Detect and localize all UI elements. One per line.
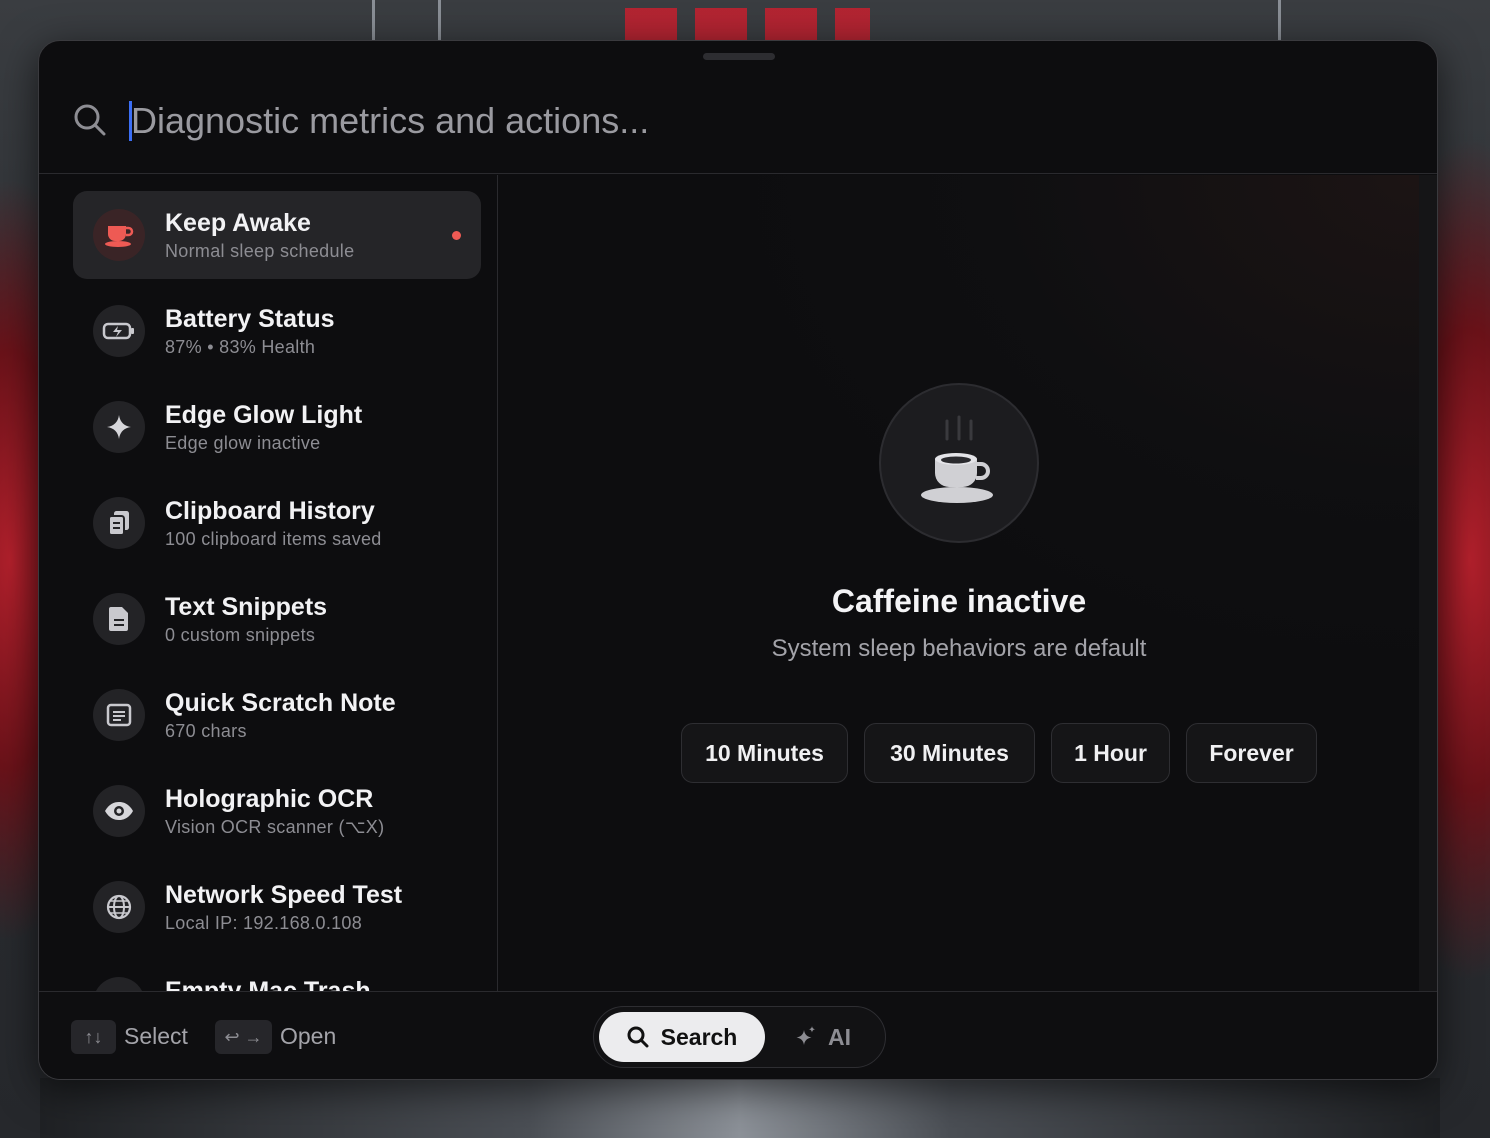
search-mode-button[interactable]: Search [599, 1012, 765, 1062]
scrollbar-track[interactable] [1419, 175, 1437, 991]
battery-icon [93, 305, 145, 357]
ai-mode-label: AI [828, 1023, 851, 1050]
sparkle-icon [93, 401, 145, 453]
detail-pane: Caffeine inactive System sleep behaviors… [499, 175, 1419, 991]
list-item-empty-mac-trash[interactable]: Empty Mac Trash [73, 959, 481, 991]
duration-30-minutes-button[interactable]: 30 Minutes [864, 723, 1035, 783]
arrow-keys-hint-icon: ↑↓ [71, 1020, 116, 1054]
item-title: Empty Mac Trash [165, 977, 371, 991]
ai-mode-button[interactable]: AI [794, 1012, 874, 1062]
duration-1-hour-button[interactable]: 1 Hour [1051, 723, 1170, 783]
coffee-cup-icon [93, 209, 145, 261]
note-icon [93, 689, 145, 741]
wallpaper-decoration [625, 8, 870, 42]
item-subtitle: Local IP: 192.168.0.108 [165, 913, 363, 933]
wallpaper-line [1278, 0, 1281, 40]
command-list: Keep Awake Normal sleep schedule Battery… [39, 175, 498, 991]
item-title: Network Speed Test [165, 881, 403, 909]
item-title: Keep Awake [165, 209, 311, 237]
item-title: Edge Glow Light [165, 401, 363, 429]
search-icon [73, 103, 107, 137]
item-title: Battery Status [165, 305, 335, 333]
trash-icon [93, 977, 145, 991]
select-hint-label: Select [124, 1023, 188, 1049]
item-subtitle: Normal sleep schedule [165, 241, 355, 261]
list-item-keep-awake[interactable]: Keep Awake Normal sleep schedule [73, 191, 481, 279]
wallpaper-line [372, 0, 375, 40]
detail-title: Caffeine inactive [831, 583, 1087, 619]
open-hint-label: Open [280, 1023, 337, 1049]
launcher-window: Keep Awake Normal sleep schedule Battery… [38, 40, 1438, 1080]
list-item-network-speed-test[interactable]: Network Speed Test Local IP: 192.168.0.1… [73, 863, 481, 951]
document-icon [93, 593, 145, 645]
duration-forever-button[interactable]: Forever [1186, 723, 1317, 783]
list-item-text-snippets[interactable]: Text Snippets 0 custom snippets [73, 575, 481, 663]
list-item-clipboard-history[interactable]: Clipboard History 100 clipboard items sa… [73, 479, 481, 567]
search-input[interactable] [131, 93, 1331, 149]
search-bar [39, 41, 1437, 174]
list-item-battery-status[interactable]: Battery Status 87% • 83% Health [73, 287, 481, 375]
globe-icon [93, 881, 145, 933]
search-mode-label: Search [660, 1023, 738, 1050]
sparkles-icon [796, 1026, 816, 1045]
list-item-edge-glow-light[interactable]: Edge Glow Light Edge glow inactive [73, 383, 481, 471]
item-title: Clipboard History [165, 497, 375, 525]
clipboard-icon [93, 497, 145, 549]
wallpaper-line [438, 0, 441, 40]
wallpaper-bottom [40, 1078, 1440, 1138]
list-item-holographic-ocr[interactable]: Holographic OCR Vision OCR scanner (⌥X) [73, 767, 481, 855]
item-subtitle: 0 custom snippets [165, 625, 316, 645]
eye-icon [93, 785, 145, 837]
active-indicator-dot [452, 231, 461, 240]
coffee-cup-icon [879, 383, 1039, 543]
list-item-quick-scratch-note[interactable]: Quick Scratch Note 670 chars [73, 671, 481, 759]
item-subtitle: 670 chars [165, 721, 247, 741]
mode-switcher: Search AI [593, 1006, 886, 1068]
duration-10-minutes-button[interactable]: 10 Minutes [681, 723, 848, 783]
item-title: Holographic OCR [165, 785, 374, 813]
detail-subtitle: System sleep behaviors are default [771, 635, 1147, 662]
item-subtitle: Vision OCR scanner (⌥X) [165, 817, 385, 837]
item-subtitle: 87% • 83% Health [165, 337, 316, 357]
return-key-hint-icon: ↩ → [215, 1020, 272, 1054]
item-title: Quick Scratch Note [165, 689, 396, 717]
footer-bar: ↑↓ Select ↩ → Open Search AI [39, 991, 1437, 1079]
search-icon [627, 1026, 649, 1048]
item-subtitle: 100 clipboard items saved [165, 529, 382, 549]
item-title: Text Snippets [165, 593, 328, 621]
item-subtitle: Edge glow inactive [165, 433, 321, 453]
